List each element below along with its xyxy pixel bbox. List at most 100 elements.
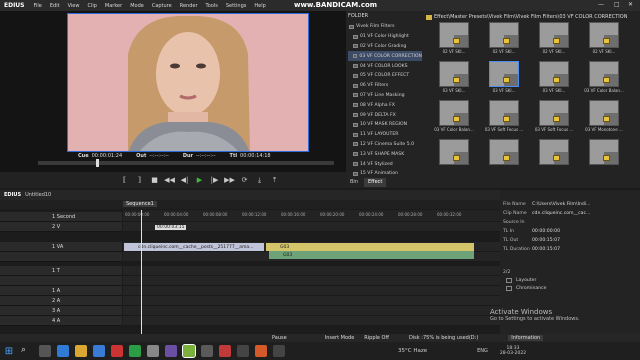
folder-item[interactable]: 09 VF DELTA FX <box>348 110 422 120</box>
tab-effect[interactable]: Effect <box>364 178 387 187</box>
effect-thumbnail[interactable] <box>534 139 574 177</box>
effect-thumbnail[interactable]: 03 VF SKI... <box>434 61 474 99</box>
track-header[interactable]: 1 Second <box>0 212 122 222</box>
effect-thumbnail[interactable]: 03 VF Color Balan... <box>584 61 624 99</box>
track-lane[interactable] <box>123 266 500 276</box>
track-header[interactable]: 1 A <box>0 286 122 296</box>
track-header[interactable]: 3 A <box>0 306 122 316</box>
timeline-ruler[interactable]: 00:00:00:00 00:00:04:00 00:00:08:00 00:00:1… <box>123 210 500 221</box>
minimize-icon[interactable]: — <box>598 1 604 8</box>
set-in-icon[interactable]: ⟦ <box>120 176 129 185</box>
track-header[interactable] <box>0 252 122 262</box>
fast-forward-icon[interactable]: ▶▶ <box>224 176 235 185</box>
menu-clip[interactable]: Clip <box>83 3 100 9</box>
tab-bin[interactable]: Bin <box>346 178 362 187</box>
menu-tools[interactable]: Tools <box>202 3 222 9</box>
effect-thumbnail[interactable]: 02 VF SKI... <box>534 22 574 60</box>
menu-help[interactable]: Help <box>250 3 269 9</box>
tab-information[interactable]: Information <box>508 335 544 341</box>
player-scrub-bar[interactable] <box>38 159 334 167</box>
clock[interactable]: 18:33 28-03-2022 <box>500 346 526 356</box>
file-explorer-icon[interactable] <box>75 345 87 357</box>
clip-g03-effect[interactable]: G03 <box>269 251 474 259</box>
effect-thumbnail[interactable]: 03 VF Soft Focus ... <box>484 100 524 138</box>
applied-effect[interactable]: Chrominance <box>500 284 640 292</box>
loop-icon[interactable]: ⟳ <box>240 176 249 185</box>
effect-thumbnail[interactable]: 03 VF SKI... <box>534 61 574 99</box>
play-icon[interactable]: ▶ <box>195 176 204 185</box>
folder-item[interactable]: 01 VF Color Highlight <box>348 32 422 42</box>
sequence-tab[interactable]: Sequence1 <box>123 201 157 207</box>
folder-item[interactable]: 11 VF LAYOUTER <box>348 130 422 140</box>
prev-frame-icon[interactable]: ◀| <box>180 176 189 185</box>
folder-item[interactable]: 02 VF Color Grading <box>348 42 422 52</box>
set-out-icon[interactable]: ⟧ <box>135 176 144 185</box>
effect-thumbnail[interactable]: 03 VF Soft Focus ... <box>534 100 574 138</box>
bandicam-icon[interactable] <box>219 345 231 357</box>
effect-thumbnail[interactable]: 02 VF SKI... <box>484 22 524 60</box>
stop-icon[interactable]: ■ <box>150 176 159 185</box>
folder-item[interactable]: 14 VF Stylized <box>348 159 422 169</box>
track-header[interactable]: 1 T <box>0 266 122 276</box>
edius-taskbar-icon[interactable] <box>182 344 196 358</box>
folder-item[interactable]: 04 VF COLOR LOOKS <box>348 61 422 71</box>
app-green-icon[interactable] <box>129 345 141 357</box>
applied-effect[interactable]: Layouter <box>500 276 640 284</box>
app-icon-11[interactable] <box>201 345 213 357</box>
close-icon[interactable]: ✕ <box>628 1 633 8</box>
effect-thumbnail[interactable]: 03 VF Monotone ... <box>584 100 624 138</box>
app-purple-icon[interactable] <box>165 345 177 357</box>
folder-item[interactable]: 10 VF MASK REGION <box>348 120 422 130</box>
folder-item[interactable]: 13 VF SHAPE MASK <box>348 149 422 159</box>
effect-thumbnail[interactable]: 02 VF SKI... <box>584 22 624 60</box>
track-lane[interactable] <box>123 286 500 296</box>
folder-item[interactable]: 03 VF COLOR CORRECTION <box>348 51 422 62</box>
folder-item[interactable]: 07 VF Line Masking <box>348 91 422 101</box>
clip-video-main[interactable]: cdn.cliqueinc.com__cache__posts__251777_… <box>124 243 264 251</box>
search-icon[interactable]: ⌕ <box>21 345 33 357</box>
folder-item[interactable]: Vivek Film Filters <box>348 22 422 32</box>
maximize-icon[interactable]: □ <box>614 1 620 8</box>
windows-start-icon[interactable]: ⊞ <box>3 345 15 357</box>
weather-text[interactable]: 35°C Haze <box>398 348 427 354</box>
menu-marker[interactable]: Marker <box>101 3 126 9</box>
effect-thumbnail[interactable]: 03 VF SKI... <box>484 61 524 99</box>
folder-item[interactable]: 06 VF Filters <box>348 81 422 91</box>
app-icon-13[interactable] <box>237 345 249 357</box>
effect-thumbnail[interactable] <box>584 139 624 177</box>
track-header[interactable]: 2 A <box>0 296 122 306</box>
overwrite-icon[interactable]: ⤒ <box>270 176 279 185</box>
menu-view[interactable]: View <box>64 3 84 9</box>
rewind-icon[interactable]: ◀◀ <box>164 176 175 185</box>
menu-render[interactable]: Render <box>176 3 202 9</box>
next-frame-icon[interactable]: |▶ <box>210 176 219 185</box>
clip-g03[interactable]: G03 <box>266 243 474 251</box>
edge-icon[interactable] <box>57 345 69 357</box>
track-lane[interactable] <box>123 276 500 286</box>
menu-capture[interactable]: Capture <box>148 3 176 9</box>
folder-item[interactable]: 12 VF Cinema Suite 5.0 <box>348 140 422 150</box>
task-view-icon[interactable] <box>39 345 51 357</box>
insert-icon[interactable]: ⤓ <box>255 176 264 185</box>
track-header[interactable]: 1 VA <box>0 242 122 252</box>
track-header[interactable]: 4 A <box>0 316 122 326</box>
effect-thumbnail[interactable] <box>484 139 524 177</box>
track-lane[interactable] <box>123 306 500 316</box>
menu-file[interactable]: File <box>30 3 46 9</box>
effect-thumbnail[interactable]: 02 VF SKI... <box>434 22 474 60</box>
chrome-icon[interactable] <box>111 345 123 357</box>
store-icon[interactable] <box>93 345 105 357</box>
track-lane[interactable] <box>123 296 500 306</box>
app-grey-icon[interactable] <box>147 345 159 357</box>
effect-thumbnail[interactable] <box>434 139 474 177</box>
playhead[interactable] <box>141 210 142 334</box>
track-header[interactable] <box>0 276 122 286</box>
menu-edit[interactable]: Edit <box>46 3 64 9</box>
track-header[interactable]: 2 V <box>0 222 122 232</box>
app-icon-14[interactable] <box>255 345 267 357</box>
folder-item[interactable]: 05 VF COLOR EFFECT <box>348 71 422 81</box>
language-indicator[interactable]: ENG <box>477 348 488 354</box>
effect-thumbnail[interactable]: 03 VF Color Balan... <box>434 100 474 138</box>
app-icon-15[interactable] <box>273 345 285 357</box>
menu-settings[interactable]: Settings <box>222 3 251 9</box>
